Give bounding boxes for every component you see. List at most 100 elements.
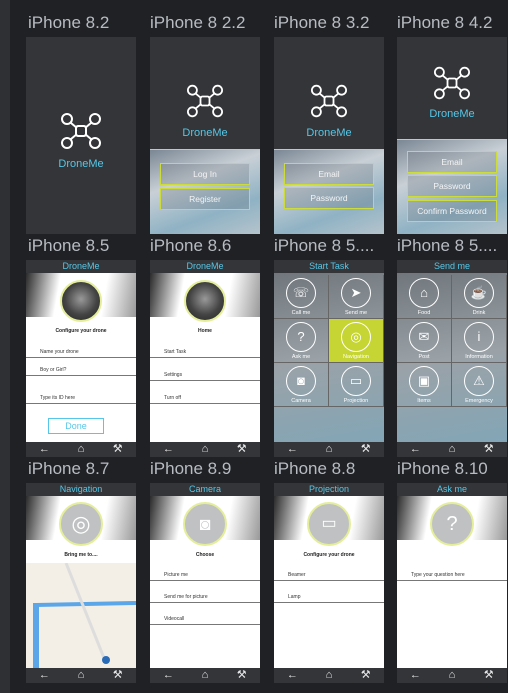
menu-item-settings[interactable]: Settings: [150, 363, 260, 381]
tile-navigation[interactable]: ◎ Navigation: [329, 319, 384, 363]
bottom-nav: ← ⌂ ⚒: [150, 668, 260, 683]
welcome-screen: DroneMe Log In Register: [150, 37, 260, 234]
projector-icon: ▭: [307, 502, 351, 546]
screen-label: iPhone 8.9: [150, 459, 232, 478]
projector-icon: ▭: [341, 366, 371, 396]
home-icon[interactable]: ⌂: [317, 442, 341, 457]
home-icon[interactable]: ⌂: [193, 442, 217, 457]
tile-label: Post: [418, 354, 430, 360]
email-field[interactable]: Email: [284, 163, 374, 185]
screen-label: iPhone 8 2.2: [150, 13, 246, 32]
tools-icon[interactable]: ⚒: [477, 442, 501, 457]
menu-item-send-for-picture[interactable]: Send me for picture: [150, 585, 260, 603]
tools-icon[interactable]: ⚒: [106, 668, 130, 683]
splash-screen: DroneMe: [26, 37, 136, 234]
screen-label: iPhone 8.5: [28, 236, 110, 255]
back-icon[interactable]: ←: [156, 442, 180, 457]
map-view[interactable]: [26, 562, 136, 668]
section-heading: Configure your drone: [55, 328, 107, 334]
screen-title: DroneMe: [26, 260, 136, 273]
login-screen: DroneMe Email Password: [274, 37, 384, 234]
menu-item-picture-me[interactable]: Picture me: [150, 563, 260, 581]
tile-emergency[interactable]: ⚠ Emergency: [452, 363, 507, 407]
menu-item-videocall[interactable]: Videocall: [150, 607, 260, 625]
tools-icon[interactable]: ⚒: [354, 442, 378, 457]
menu-item-turn-off[interactable]: Turn off: [150, 386, 260, 404]
tools-icon[interactable]: ⚒: [230, 442, 254, 457]
back-icon[interactable]: ←: [156, 668, 180, 683]
register-button[interactable]: Register: [160, 188, 250, 210]
send-me-screen: Send me ⌂ Food ☕ Drink ✉ Post i Information …: [397, 260, 507, 457]
tile-call-me[interactable]: ☏ Call me: [274, 275, 329, 319]
tile-label: Ask me: [291, 354, 311, 360]
screen-title: Camera: [150, 483, 260, 496]
camera-icon: ◙: [286, 366, 316, 396]
section-heading: Bring me to....: [64, 552, 98, 558]
brand-name: DroneMe: [306, 127, 352, 139]
screen-label: iPhone 8.6: [150, 236, 232, 255]
email-field[interactable]: Email: [407, 151, 497, 173]
home-icon[interactable]: ⌂: [440, 668, 464, 683]
paper-plane-icon: ➤: [341, 278, 371, 308]
question-input[interactable]: Type your question here: [397, 563, 507, 581]
ask-me-screen: Ask me ? Type your question here ← ⌂ ⚒: [397, 483, 507, 683]
back-icon[interactable]: ←: [403, 668, 427, 683]
done-button[interactable]: Done: [48, 418, 104, 434]
drone-photo: [184, 280, 226, 322]
tile-label: Information: [465, 354, 493, 360]
name-input[interactable]: Name your drone: [26, 340, 136, 358]
home-icon[interactable]: ⌂: [69, 442, 93, 457]
home-icon[interactable]: ⌂: [193, 668, 217, 683]
tile-camera[interactable]: ◙ Camera: [274, 363, 329, 407]
menu-item-start-task[interactable]: Start Task: [150, 340, 260, 358]
tile-send-me[interactable]: ➤ Send me: [329, 275, 384, 319]
compass-icon: ◎: [341, 322, 371, 352]
confirm-password-field[interactable]: Confirm Password: [407, 200, 497, 222]
login-button[interactable]: Log In: [160, 163, 250, 185]
camera-icon: ◙: [183, 502, 227, 546]
tile-post[interactable]: ✉ Post: [397, 319, 452, 363]
password-field[interactable]: Password: [284, 187, 374, 209]
tile-information[interactable]: i Information: [452, 319, 507, 363]
gender-input[interactable]: Boy or Girl?: [26, 358, 136, 376]
tile-food[interactable]: ⌂ Food: [397, 275, 452, 319]
back-icon[interactable]: ←: [280, 442, 304, 457]
tile-label: Navigation: [343, 354, 369, 360]
route-map: [33, 562, 136, 668]
home-icon[interactable]: ⌂: [69, 668, 93, 683]
drone-icon: [311, 84, 347, 118]
screen-label: iPhone 8 5....: [274, 236, 375, 255]
tile-drink[interactable]: ☕ Drink: [452, 275, 507, 319]
tile-label: Projection: [343, 398, 369, 404]
tile-ask-me[interactable]: ? Ask me: [274, 319, 329, 363]
menu-item-lamp[interactable]: Lamp: [274, 585, 384, 603]
tile-label: Emergency: [465, 398, 493, 404]
question-icon: ?: [286, 322, 316, 352]
compass-icon: ◎: [59, 502, 103, 546]
screen-label: iPhone 8 5....: [397, 236, 498, 255]
back-icon[interactable]: ←: [403, 442, 427, 457]
menu-item-beamer[interactable]: Beamer: [274, 563, 384, 581]
home-icon[interactable]: ⌂: [440, 442, 464, 457]
brand-name: DroneMe: [182, 127, 228, 139]
tools-icon[interactable]: ⚒: [354, 668, 378, 683]
bottom-nav: ← ⌂ ⚒: [26, 442, 136, 457]
tools-icon[interactable]: ⚒: [477, 668, 501, 683]
back-icon[interactable]: ←: [32, 442, 56, 457]
id-input[interactable]: Type its ID here: [26, 386, 136, 404]
tools-icon[interactable]: ⚒: [106, 442, 130, 457]
tools-icon[interactable]: ⚒: [230, 668, 254, 683]
back-icon[interactable]: ←: [280, 668, 304, 683]
password-field[interactable]: Password: [407, 175, 497, 197]
envelope-icon: ✉: [409, 322, 439, 352]
screen-title: Navigation: [26, 483, 136, 496]
back-icon[interactable]: ←: [32, 668, 56, 683]
register-screen: DroneMe Email Password Confirm Password: [397, 37, 507, 234]
section-heading: Choose: [195, 552, 215, 558]
screen-title: Ask me: [397, 483, 507, 496]
bottom-nav: ← ⌂ ⚒: [150, 442, 260, 457]
tile-projection[interactable]: ▭ Projection: [329, 363, 384, 407]
section-heading: Configure your drone: [303, 552, 355, 558]
tile-items[interactable]: ▣ Items: [397, 363, 452, 407]
home-icon[interactable]: ⌂: [317, 668, 341, 683]
